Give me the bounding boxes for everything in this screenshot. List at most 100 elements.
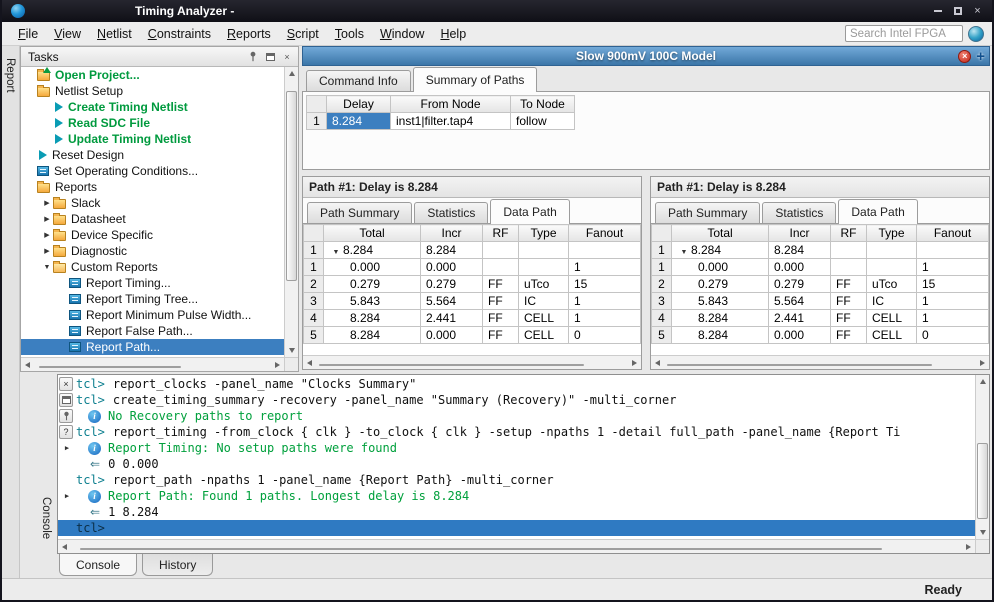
scroll-thumb[interactable] xyxy=(667,364,932,366)
pin-button[interactable] xyxy=(246,50,260,63)
menu-item-file[interactable]: File xyxy=(10,24,46,44)
scroll-thumb[interactable] xyxy=(977,443,988,519)
tree-item-device-specific[interactable]: ▶Device Specific xyxy=(21,227,284,243)
scroll-thumb[interactable] xyxy=(286,91,297,281)
data-path-row[interactable]: 20.2790.279FFuTco15 xyxy=(304,276,641,293)
expander-icon[interactable]: ▶ xyxy=(58,444,76,452)
maximize-button[interactable] xyxy=(949,4,966,19)
tree-item-diagnostic[interactable]: ▶Diagnostic xyxy=(21,243,284,259)
console-float-button[interactable] xyxy=(59,393,73,407)
tree-item-slack[interactable]: ▶Slack xyxy=(21,195,284,211)
close-button[interactable]: × xyxy=(969,4,986,19)
data-path-row[interactable]: 48.2842.441FFCELL1 xyxy=(652,310,989,327)
tab-statistics[interactable]: Statistics xyxy=(762,202,836,223)
console-dock-tab[interactable]: Console xyxy=(40,497,52,544)
data-path-row[interactable]: 10.0000.0001 xyxy=(304,259,641,276)
data-path-row[interactable]: 1▼8.2848.284 xyxy=(304,242,641,259)
menu-item-help[interactable]: Help xyxy=(432,24,474,44)
expander-icon[interactable]: ▶ xyxy=(41,247,53,255)
console-pin-button[interactable] xyxy=(59,409,73,423)
report-dock-tab[interactable]: Report xyxy=(4,58,16,98)
tree-item-reports[interactable]: Reports xyxy=(21,179,284,195)
menu-item-window[interactable]: Window xyxy=(372,24,432,44)
tab-command-info[interactable]: Command Info xyxy=(306,70,411,91)
scroll-up-arrow[interactable] xyxy=(285,67,298,80)
tree-item-create-timing-netlist[interactable]: Create Timing Netlist xyxy=(21,99,284,115)
tree-item-set-operating-conditions[interactable]: Set Operating Conditions... xyxy=(21,163,284,179)
data-path-row[interactable]: 20.2790.279FFuTco15 xyxy=(652,276,989,293)
tab-summary-of-paths[interactable]: Summary of Paths xyxy=(413,67,538,91)
menu-item-script[interactable]: Script xyxy=(279,24,327,44)
tree-item-custom-reports[interactable]: ▼Custom Reports xyxy=(21,259,284,275)
panel-splitter[interactable] xyxy=(642,176,650,370)
tab-data-path[interactable]: Data Path xyxy=(838,199,917,223)
tree-item-netlist-setup[interactable]: Netlist Setup xyxy=(21,83,284,99)
scroll-thumb[interactable] xyxy=(319,364,584,366)
search-input[interactable] xyxy=(845,25,963,42)
path-horizontal-scrollbar[interactable] xyxy=(303,355,641,369)
menu-item-reports[interactable]: Reports xyxy=(219,24,279,44)
tab-path-summary[interactable]: Path Summary xyxy=(655,202,760,223)
tree-item-report-timing-tree[interactable]: Report Timing Tree... xyxy=(21,291,284,307)
scroll-left-arrow[interactable] xyxy=(21,358,34,371)
console-close-button[interactable]: × xyxy=(59,377,73,391)
menu-item-constraints[interactable]: Constraints xyxy=(140,24,219,44)
scroll-up-arrow[interactable] xyxy=(976,375,989,388)
scroll-right-arrow[interactable] xyxy=(628,356,641,369)
tree-item-read-sdc-file[interactable]: Read SDC File xyxy=(21,115,284,131)
console-help-button[interactable]: ? xyxy=(59,425,73,439)
data-path-row[interactable]: 10.0000.0001 xyxy=(652,259,989,276)
tree-item-update-timing-netlist[interactable]: Update Timing Netlist xyxy=(21,131,284,147)
console-input-line[interactable]: tcl> xyxy=(58,520,975,536)
data-path-row[interactable]: 48.2842.441FFCELL1 xyxy=(304,310,641,327)
data-path-row[interactable]: 58.2840.000FFCELL0 xyxy=(652,327,989,344)
scroll-right-arrow[interactable] xyxy=(271,358,284,371)
data-path-row[interactable]: 35.8435.564FFIC1 xyxy=(652,293,989,310)
scroll-left-arrow[interactable] xyxy=(651,356,664,369)
tree-item-open-project[interactable]: Open Project... xyxy=(21,67,284,83)
tree-item-reset-design[interactable]: Reset Design xyxy=(21,147,284,163)
tab-statistics[interactable]: Statistics xyxy=(414,202,488,223)
scroll-left-arrow[interactable] xyxy=(303,356,316,369)
expander-icon[interactable]: ▶ xyxy=(41,215,53,223)
expander-icon[interactable]: ▼ xyxy=(329,249,343,256)
model-panel-header[interactable]: Slow 900mV 100C Model × + xyxy=(302,46,990,66)
scroll-down-arrow[interactable] xyxy=(285,344,298,357)
tree-item-report-timing[interactable]: Report Timing... xyxy=(21,275,284,291)
tree-item-report-path[interactable]: Report Path... xyxy=(21,339,284,355)
scroll-down-arrow[interactable] xyxy=(976,526,989,539)
tasks-horizontal-scrollbar[interactable] xyxy=(21,357,284,371)
console-vertical-scrollbar[interactable] xyxy=(975,375,989,539)
model-close-button[interactable]: × xyxy=(958,50,971,63)
scroll-right-arrow[interactable] xyxy=(976,356,989,369)
data-path-row[interactable]: 58.2840.000FFCELL0 xyxy=(304,327,641,344)
data-path-row[interactable]: 35.8435.564FFIC1 xyxy=(304,293,641,310)
scroll-left-arrow[interactable] xyxy=(58,540,71,553)
scroll-thumb[interactable] xyxy=(80,548,882,550)
console-tab-history[interactable]: History xyxy=(142,554,213,576)
path-horizontal-scrollbar[interactable] xyxy=(651,355,989,369)
tasks-vertical-scrollbar[interactable] xyxy=(284,67,298,357)
expander-icon[interactable]: ▶ xyxy=(41,199,53,207)
tree-item-report-minimum-pulse-width[interactable]: Report Minimum Pulse Width... xyxy=(21,307,284,323)
tab-data-path[interactable]: Data Path xyxy=(490,199,569,223)
delay-cell[interactable]: 8.284 xyxy=(327,113,391,130)
data-path-row[interactable]: 1▼8.2848.284 xyxy=(652,242,989,259)
tree-item-datasheet[interactable]: ▶Datasheet xyxy=(21,211,284,227)
model-dock-button[interactable]: + xyxy=(976,48,985,65)
console-tab-console[interactable]: Console xyxy=(59,554,137,576)
tasks-close-button[interactable]: × xyxy=(280,50,294,63)
scroll-thumb[interactable] xyxy=(39,366,181,368)
expander-icon[interactable]: ▼ xyxy=(677,249,691,256)
menu-item-netlist[interactable]: Netlist xyxy=(89,24,140,44)
menu-item-view[interactable]: View xyxy=(46,24,89,44)
menu-item-tools[interactable]: Tools xyxy=(327,24,372,44)
tree-item-report-false-path[interactable]: Report False Path... xyxy=(21,323,284,339)
scroll-right-arrow[interactable] xyxy=(962,540,975,553)
intel-fpga-globe-icon[interactable] xyxy=(968,26,984,42)
float-button[interactable] xyxy=(263,50,277,63)
expander-icon[interactable]: ▼ xyxy=(41,264,53,271)
tab-path-summary[interactable]: Path Summary xyxy=(307,202,412,223)
expander-icon[interactable]: ▶ xyxy=(58,492,76,500)
summary-row[interactable]: 1 8.284 inst1|filter.tap4 follow xyxy=(307,113,575,130)
